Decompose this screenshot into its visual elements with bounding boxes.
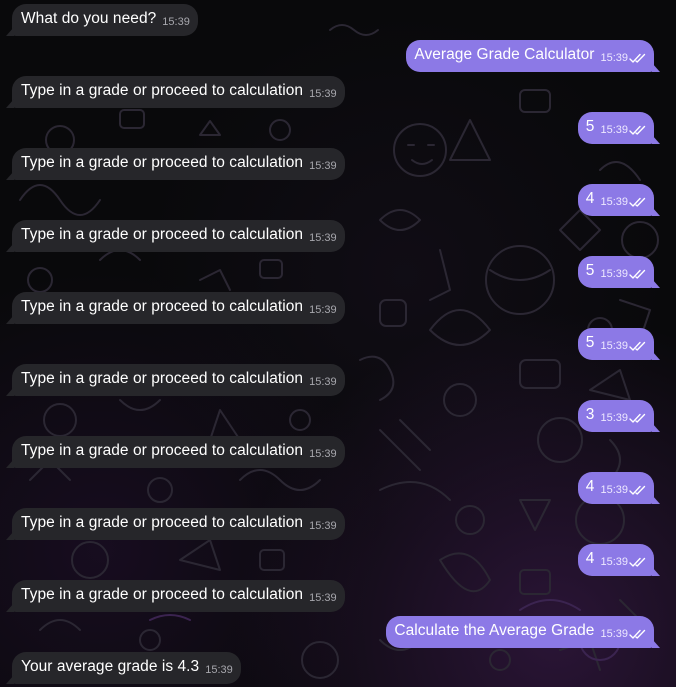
message-time: 15:39 (309, 160, 337, 172)
message-time: 15:39 (600, 628, 628, 640)
message-time: 15:39 (600, 124, 628, 136)
double-check-icon (629, 557, 646, 567)
message-meta: 15:39 (600, 544, 646, 568)
outgoing-message-bubble[interactable]: 5 15:39 (577, 328, 661, 360)
outgoing-message-bubble[interactable]: Average Grade Calculator 15:39 (406, 40, 660, 72)
message-text: 4 (585, 550, 595, 567)
message-meta: 15:39 (309, 292, 337, 316)
incoming-message-bubble[interactable]: What do you need? 15:39 (6, 4, 198, 36)
message-time: 15:39 (600, 412, 628, 424)
message-meta: 15:39 (309, 76, 337, 100)
message-time: 15:39 (205, 664, 233, 676)
message-meta: 15:39 (309, 580, 337, 604)
message-meta: 15:39 (162, 4, 190, 28)
outgoing-message-bubble[interactable]: 3 15:39 (577, 400, 661, 432)
message-text: Type in a grade or proceed to calculatio… (21, 82, 304, 99)
message-time: 15:39 (162, 16, 190, 28)
message-time: 15:39 (309, 304, 337, 316)
message-text: Type in a grade or proceed to calculatio… (21, 514, 304, 531)
incoming-message-bubble[interactable]: Type in a grade or proceed to calculatio… (6, 148, 345, 180)
message-text: Type in a grade or proceed to calculatio… (21, 370, 304, 387)
message-text: Type in a grade or proceed to calculatio… (21, 298, 304, 315)
incoming-message-bubble[interactable]: Type in a grade or proceed to calculatio… (6, 364, 345, 396)
message-meta: 15:39 (600, 472, 646, 496)
message-time: 15:39 (600, 196, 628, 208)
message-meta: 15:39 (309, 436, 337, 460)
incoming-message-bubble[interactable]: Type in a grade or proceed to calculatio… (6, 76, 345, 108)
message-text: 5 (585, 334, 595, 351)
double-check-icon (629, 413, 646, 423)
outgoing-message-bubble[interactable]: 4 15:39 (577, 184, 661, 216)
message-time: 15:39 (309, 232, 337, 244)
message-meta: 15:39 (309, 148, 337, 172)
chat-area[interactable]: What do you need? 15:39 Average Grade Calc… (0, 0, 676, 687)
incoming-message-bubble[interactable]: Type in a grade or proceed to calculatio… (6, 508, 345, 540)
double-check-icon (629, 125, 646, 135)
double-check-icon (629, 53, 646, 63)
incoming-message-bubble[interactable]: Type in a grade or proceed to calculatio… (6, 580, 345, 612)
double-check-icon (629, 485, 646, 495)
message-meta: 15:39 (309, 364, 337, 388)
double-check-icon (629, 269, 646, 279)
message-text: Type in a grade or proceed to calculatio… (21, 586, 304, 603)
message-time: 15:39 (309, 448, 337, 460)
message-text: Average Grade Calculator (414, 46, 595, 63)
message-time: 15:39 (600, 484, 628, 496)
message-meta: 15:39 (309, 508, 337, 532)
outgoing-message-bubble[interactable]: 4 15:39 (577, 544, 661, 576)
double-check-icon (629, 341, 646, 351)
message-meta: 15:39 (600, 400, 646, 424)
incoming-message-bubble[interactable]: Type in a grade or proceed to calculatio… (6, 292, 345, 324)
message-text: 5 (585, 262, 595, 279)
message-text: 4 (585, 478, 595, 495)
message-time: 15:39 (600, 52, 628, 64)
message-meta: 15:39 (600, 616, 646, 640)
message-meta: 15:39 (600, 184, 646, 208)
incoming-message-bubble[interactable]: Type in a grade or proceed to calculatio… (6, 436, 345, 468)
message-meta: 15:39 (309, 220, 337, 244)
message-time: 15:39 (309, 376, 337, 388)
outgoing-message-bubble[interactable]: 5 15:39 (577, 112, 661, 144)
outgoing-message-bubble[interactable]: Calculate the Average Grade 15:39 (386, 616, 660, 648)
message-meta: 15:39 (600, 328, 646, 352)
message-text: 5 (585, 118, 595, 135)
message-text: Calculate the Average Grade (394, 622, 595, 639)
outgoing-message-bubble[interactable]: 5 15:39 (577, 256, 661, 288)
outgoing-message-bubble[interactable]: 4 15:39 (577, 472, 661, 504)
message-time: 15:39 (600, 268, 628, 280)
message-time: 15:39 (600, 340, 628, 352)
message-text: Type in a grade or proceed to calculatio… (21, 154, 304, 171)
message-meta: 15:39 (205, 652, 233, 676)
message-text: Type in a grade or proceed to calculatio… (21, 226, 304, 243)
message-time: 15:39 (309, 592, 337, 604)
message-time: 15:39 (309, 88, 337, 100)
message-meta: 15:39 (600, 256, 646, 280)
message-text: 4 (585, 190, 595, 207)
message-time: 15:39 (309, 520, 337, 532)
double-check-icon (629, 629, 646, 639)
incoming-message-bubble[interactable]: Your average grade is 4.3 15:39 (6, 652, 241, 684)
message-meta: 15:39 (600, 40, 646, 64)
message-time: 15:39 (600, 556, 628, 568)
incoming-message-bubble[interactable]: Type in a grade or proceed to calculatio… (6, 220, 345, 252)
message-meta: 15:39 (600, 112, 646, 136)
double-check-icon (629, 197, 646, 207)
message-text: 3 (585, 406, 595, 423)
message-text: Type in a grade or proceed to calculatio… (21, 442, 304, 459)
message-text: Your average grade is 4.3 (21, 658, 200, 675)
message-text: What do you need? (21, 10, 157, 27)
